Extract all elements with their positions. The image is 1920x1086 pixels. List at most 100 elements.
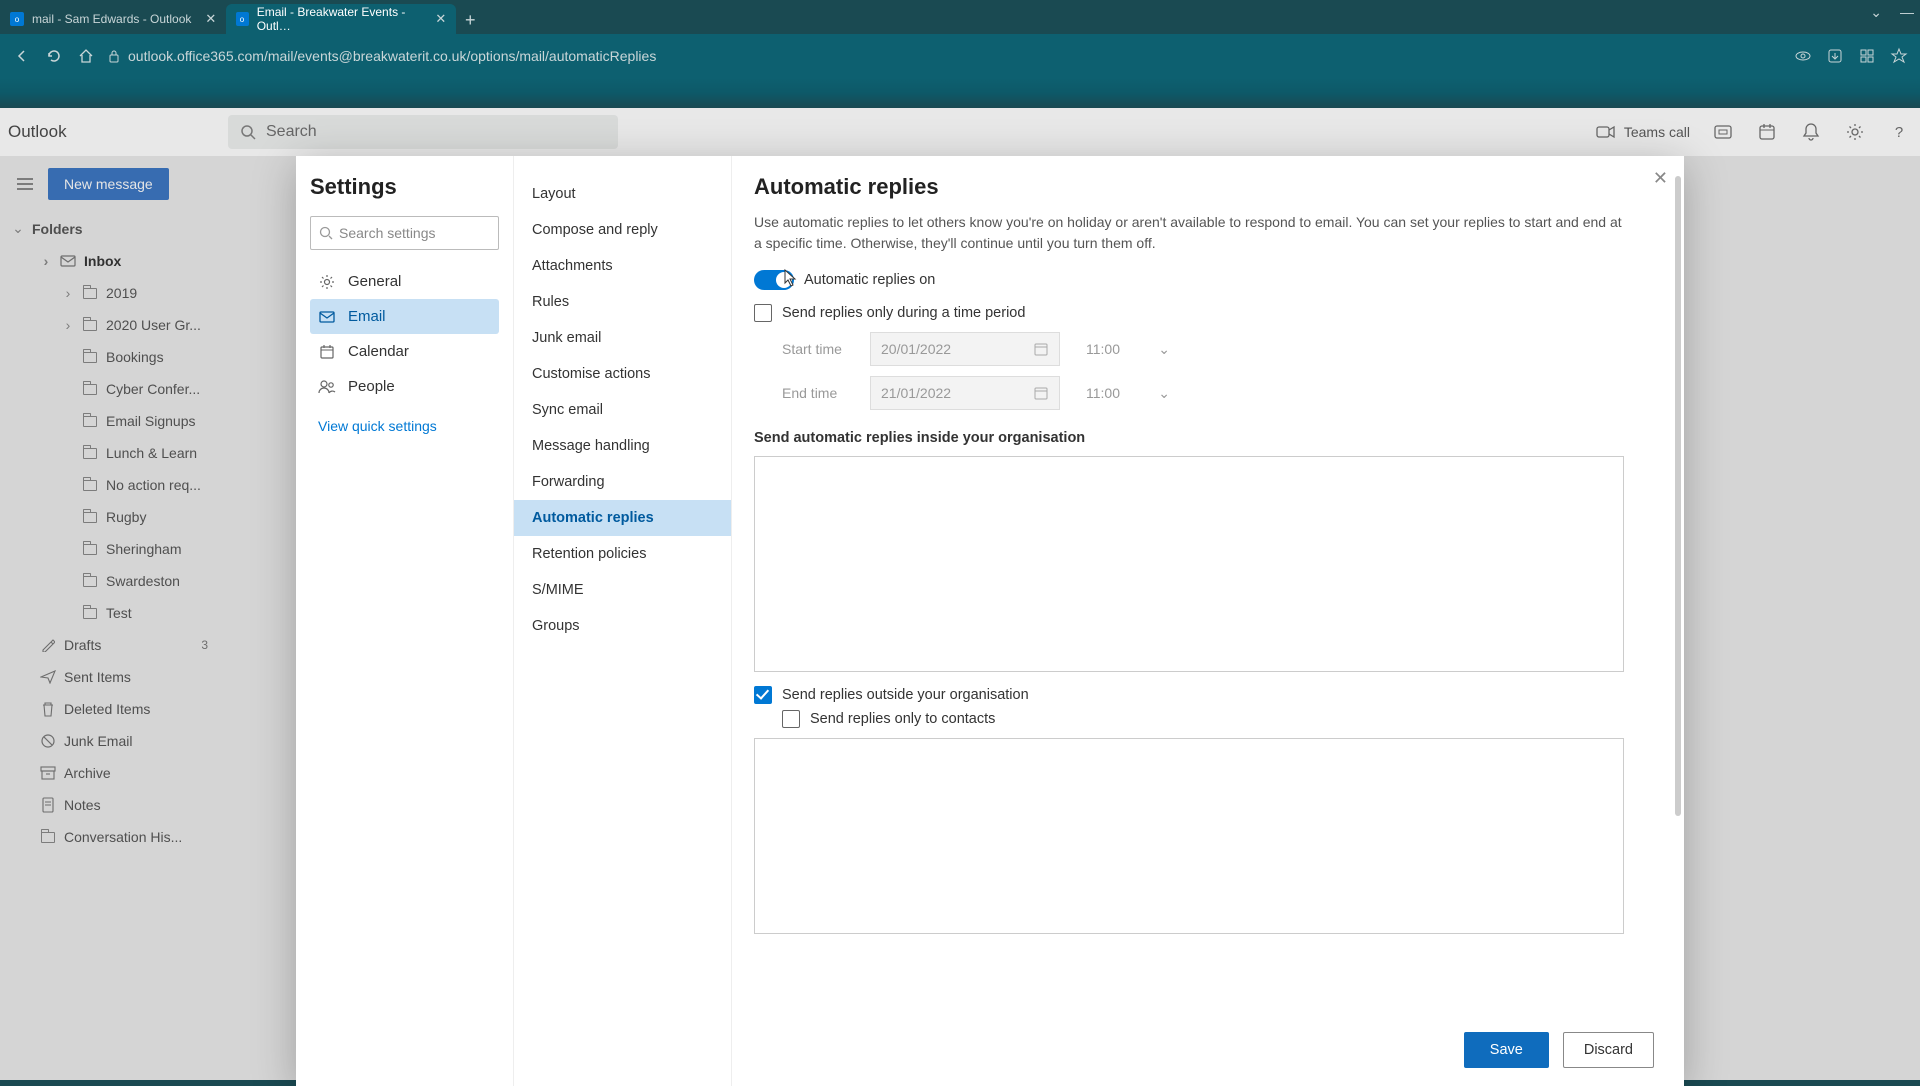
install-icon[interactable] — [1826, 47, 1844, 65]
folder-archive[interactable]: Archive — [0, 757, 224, 789]
notification-icon[interactable] — [1800, 121, 1822, 143]
outside-org-checkbox[interactable] — [754, 686, 772, 704]
search-input[interactable]: Search — [228, 115, 618, 149]
teams-call-button[interactable]: Teams call — [1596, 124, 1690, 140]
folder-cyber-confer-[interactable]: Cyber Confer... — [0, 373, 224, 405]
url-box[interactable]: outlook.office365.com/mail/events@breakw… — [108, 48, 1782, 64]
folder-2019[interactable]: ›2019 — [0, 277, 224, 309]
grid-icon[interactable] — [1858, 47, 1876, 65]
close-dialog-button[interactable]: ✕ — [1653, 168, 1668, 189]
folder-rugby[interactable]: Rugby — [0, 501, 224, 533]
calendar-icon — [318, 344, 336, 360]
calendar-icon[interactable] — [1756, 121, 1778, 143]
folder-sent-items[interactable]: Sent Items — [0, 661, 224, 693]
folder-label: No action req... — [106, 477, 201, 493]
folder-label: Sent Items — [64, 669, 131, 685]
settings-sub-customise-actions[interactable]: Customise actions — [514, 356, 731, 392]
time-period-checkbox[interactable] — [754, 304, 772, 322]
meet-now-icon[interactable] — [1712, 121, 1734, 143]
reload-button[interactable] — [44, 46, 64, 66]
folder-deleted-items[interactable]: Deleted Items — [0, 693, 224, 725]
folder-2020-user-gr-[interactable]: ›2020 User Gr... — [0, 309, 224, 341]
search-icon — [319, 226, 333, 240]
save-button[interactable]: Save — [1464, 1032, 1549, 1068]
browser-tab-2[interactable]: o Email - Breakwater Events - Outl… ✕ — [226, 4, 456, 34]
contacts-only-checkbox[interactable] — [782, 710, 800, 728]
settings-cat-email[interactable]: Email — [310, 299, 499, 334]
settings-sub-attachments[interactable]: Attachments — [514, 248, 731, 284]
settings-sub-sync-email[interactable]: Sync email — [514, 392, 731, 428]
minimize-icon[interactable]: — — [1900, 4, 1914, 21]
folder-test[interactable]: Test — [0, 597, 224, 629]
settings-cat-general[interactable]: General — [310, 264, 499, 299]
browser-tab-1[interactable]: o mail - Sam Edwards - Outlook ✕ — [0, 4, 226, 34]
folder-sheringham[interactable]: Sheringham — [0, 533, 224, 565]
hamburger-icon[interactable] — [14, 173, 36, 195]
end-time-input[interactable]: 11:00 ⌄ — [1078, 376, 1178, 410]
folders-header[interactable]: ⌄ Folders — [0, 212, 224, 245]
settings-search-input[interactable]: Search settings — [310, 216, 499, 250]
lock-icon — [108, 49, 120, 63]
folder-conversation-his-[interactable]: Conversation His... — [0, 821, 224, 853]
new-message-button[interactable]: New message — [48, 168, 169, 200]
settings-sub-s-mime[interactable]: S/MIME — [514, 572, 731, 608]
settings-sub-compose-and-reply[interactable]: Compose and reply — [514, 212, 731, 248]
chevron-down-icon[interactable]: ⌄ — [1870, 4, 1882, 21]
settings-dialog: Settings Search settings General Email Cal… — [296, 156, 1684, 1086]
folder-swardeston[interactable]: Swardeston — [0, 565, 224, 597]
folder-bookings[interactable]: Bookings — [0, 341, 224, 373]
outside-reply-editor[interactable] — [754, 738, 1624, 934]
folder-no-action-req-[interactable]: No action req... — [0, 469, 224, 501]
settings-sub-groups[interactable]: Groups — [514, 608, 731, 644]
settings-cat-people[interactable]: People — [310, 369, 499, 404]
settings-sub-rules[interactable]: Rules — [514, 284, 731, 320]
settings-sub-retention-policies[interactable]: Retention policies — [514, 536, 731, 572]
back-button[interactable] — [12, 46, 32, 66]
settings-sub-junk-email[interactable]: Junk email — [514, 320, 731, 356]
note-icon — [40, 797, 56, 813]
home-button[interactable] — [76, 46, 96, 66]
end-date-input[interactable]: 21/01/2022 — [870, 376, 1060, 410]
settings-sub-layout[interactable]: Layout — [514, 176, 731, 212]
cat-label: Calendar — [348, 343, 409, 360]
settings-icon[interactable] — [1844, 121, 1866, 143]
folder-drafts[interactable]: Drafts3 — [0, 629, 224, 661]
close-icon[interactable]: ✕ — [435, 11, 446, 27]
cat-label: Email — [348, 308, 386, 325]
folder-email-signups[interactable]: Email Signups — [0, 405, 224, 437]
start-date-input[interactable]: 20/01/2022 — [870, 332, 1060, 366]
settings-sub-forwarding[interactable]: Forwarding — [514, 464, 731, 500]
folder-icon — [82, 544, 98, 555]
settings-cat-calendar[interactable]: Calendar — [310, 334, 499, 369]
folder-inbox[interactable]: ›Inbox — [0, 245, 224, 277]
discard-button[interactable]: Discard — [1563, 1032, 1654, 1068]
url-text: outlook.office365.com/mail/events@breakw… — [128, 48, 656, 64]
cat-label: General — [348, 273, 401, 290]
eye-icon[interactable] — [1794, 47, 1812, 65]
close-icon[interactable]: ✕ — [205, 11, 216, 27]
settings-title: Settings — [310, 174, 499, 200]
new-tab-button[interactable]: + — [456, 6, 484, 34]
mail-icon — [318, 311, 336, 323]
inside-reply-editor[interactable] — [754, 456, 1624, 672]
end-date-value: 21/01/2022 — [881, 385, 951, 401]
star-icon[interactable] — [1890, 47, 1908, 65]
tab-strip: o mail - Sam Edwards - Outlook ✕ o Email… — [0, 0, 1920, 34]
start-time-input[interactable]: 11:00 ⌄ — [1078, 332, 1178, 366]
gear-icon — [318, 274, 336, 290]
folder-icon — [82, 320, 98, 331]
scrollbar[interactable] — [1675, 176, 1681, 816]
folder-lunch-learn[interactable]: Lunch & Learn — [0, 437, 224, 469]
folder-label: Sheringham — [106, 541, 182, 557]
settings-sub-message-handling[interactable]: Message handling — [514, 428, 731, 464]
settings-content: ✕ Automatic replies Use automatic replie… — [732, 156, 1684, 1086]
folder-junk-email[interactable]: Junk Email — [0, 725, 224, 757]
calendar-icon — [1033, 385, 1049, 401]
help-icon[interactable]: ? — [1888, 121, 1910, 143]
folder-notes[interactable]: Notes — [0, 789, 224, 821]
toggle-label: Automatic replies on — [804, 272, 935, 288]
settings-sub-automatic-replies[interactable]: Automatic replies — [514, 500, 731, 536]
view-quick-settings-link[interactable]: View quick settings — [310, 404, 499, 448]
draft-icon — [40, 638, 56, 652]
folder-label: 2020 User Gr... — [106, 317, 201, 333]
